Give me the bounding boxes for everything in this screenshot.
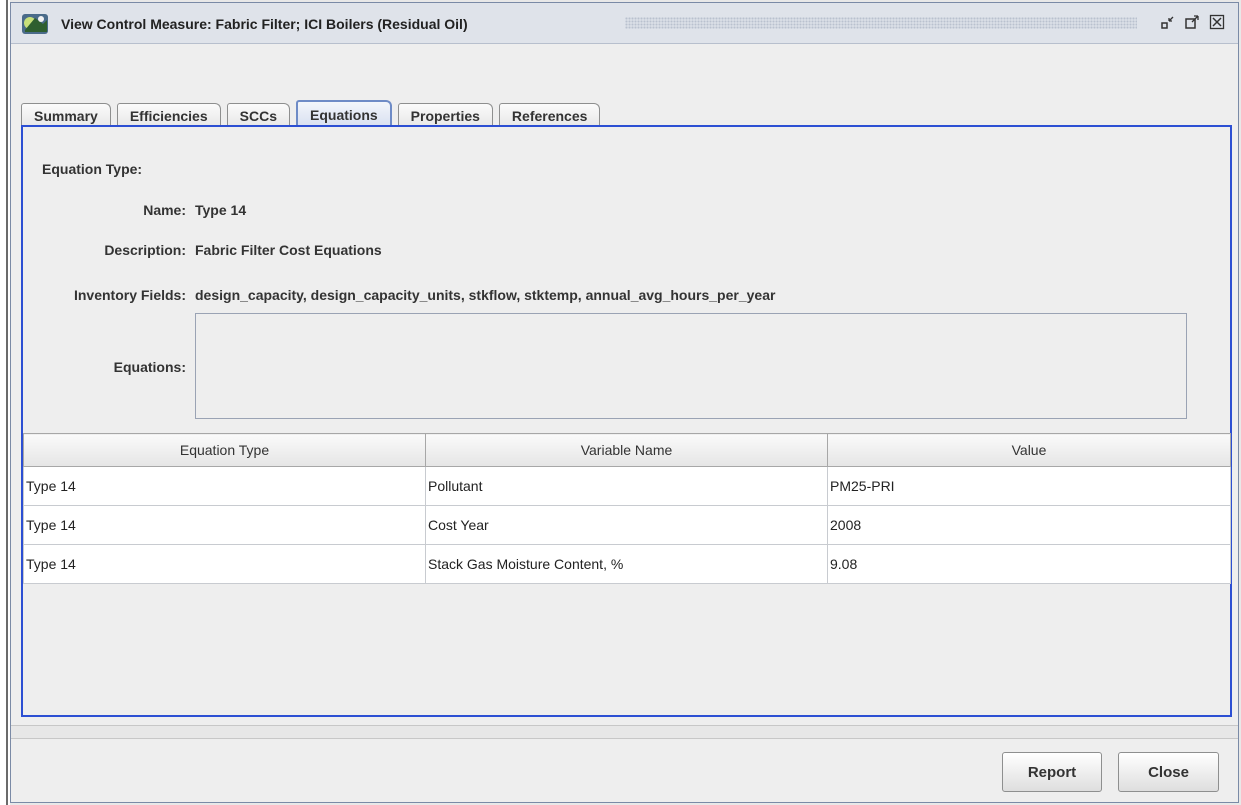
inventory-fields-label: Inventory Fields: bbox=[73, 287, 186, 303]
separator-bar bbox=[11, 725, 1238, 739]
close-icon[interactable] bbox=[1208, 13, 1226, 31]
emf-app-icon bbox=[21, 12, 49, 36]
cell-value[interactable]: 2008 bbox=[827, 505, 1231, 545]
equation-variables-table: Equation Type Variable Name Value Type 1… bbox=[23, 433, 1231, 584]
cell-value[interactable]: 9.08 bbox=[827, 544, 1231, 584]
inventory-fields-value: design_capacity, design_capacity_units, … bbox=[195, 287, 776, 303]
desktop-left-edge bbox=[0, 0, 10, 805]
table-row[interactable]: Type 14 Cost Year 2008 bbox=[23, 505, 1231, 545]
report-button[interactable]: Report bbox=[1002, 752, 1102, 792]
table-row[interactable]: Type 14 Stack Gas Moisture Content, % 9.… bbox=[23, 544, 1231, 584]
description-value: Fabric Filter Cost Equations bbox=[195, 242, 382, 258]
close-button[interactable]: Close bbox=[1118, 752, 1219, 792]
title-bar-texture bbox=[625, 17, 1137, 29]
equations-textarea[interactable] bbox=[195, 313, 1187, 419]
tab-strip: Summary Efficiencies SCCs Equations Prop… bbox=[21, 98, 606, 128]
cell-variable-name[interactable]: Stack Gas Moisture Content, % bbox=[425, 544, 828, 584]
equations-panel: Equation Type: Name: Type 14 Description… bbox=[21, 125, 1232, 717]
description-label: Description: bbox=[104, 242, 186, 258]
table-row[interactable]: Type 14 Pollutant PM25-PRI bbox=[23, 466, 1231, 506]
maximize-icon[interactable] bbox=[1183, 13, 1201, 31]
tab-equations[interactable]: Equations bbox=[296, 100, 392, 128]
window-title: View Control Measure: Fabric Filter; ICI… bbox=[61, 16, 474, 32]
cell-equation-type[interactable]: Type 14 bbox=[23, 544, 426, 584]
table-header-row: Equation Type Variable Name Value bbox=[23, 433, 1231, 467]
cell-variable-name[interactable]: Cost Year bbox=[425, 505, 828, 545]
title-bar[interactable]: View Control Measure: Fabric Filter; ICI… bbox=[11, 3, 1238, 44]
name-label: Name: bbox=[143, 202, 186, 218]
column-header-value[interactable]: Value bbox=[827, 433, 1231, 467]
name-value: Type 14 bbox=[195, 202, 247, 218]
column-header-equation-type[interactable]: Equation Type bbox=[23, 433, 426, 467]
cell-variable-name[interactable]: Pollutant bbox=[425, 466, 828, 506]
cell-value[interactable]: PM25-PRI bbox=[827, 466, 1231, 506]
cell-equation-type[interactable]: Type 14 bbox=[23, 466, 426, 506]
control-measure-window: View Control Measure: Fabric Filter; ICI… bbox=[10, 2, 1239, 803]
cell-equation-type[interactable]: Type 14 bbox=[23, 505, 426, 545]
minimize-icon[interactable] bbox=[1159, 13, 1177, 31]
equation-type-label: Equation Type: bbox=[42, 161, 143, 177]
equations-label: Equations: bbox=[113, 359, 186, 375]
column-header-variable-name[interactable]: Variable Name bbox=[425, 433, 828, 467]
